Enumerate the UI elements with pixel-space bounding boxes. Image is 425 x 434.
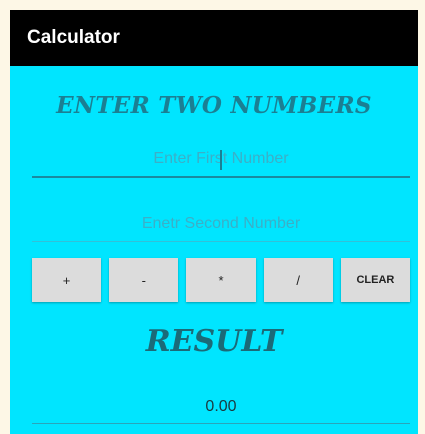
result-value: 0.00 xyxy=(32,390,410,424)
app-bar: Calculator xyxy=(10,10,418,66)
app-title: Calculator xyxy=(27,27,120,48)
text-cursor xyxy=(220,150,222,170)
first-number-field[interactable]: Enter First Number xyxy=(32,142,410,178)
app-window: Calculator ENTER TWO NUMBERS Enter First… xyxy=(10,10,418,434)
instruction-heading: ENTER TWO NUMBERS xyxy=(56,92,372,119)
divide-button[interactable]: / xyxy=(263,258,333,302)
subtract-button[interactable]: - xyxy=(109,258,179,302)
add-button[interactable]: + xyxy=(32,258,102,302)
operator-button-row: + - * / CLEAR xyxy=(32,258,411,302)
second-number-field[interactable]: Enetr Second Number xyxy=(32,206,410,242)
clear-button[interactable]: CLEAR xyxy=(340,258,411,302)
second-number-placeholder: Enetr Second Number xyxy=(141,214,301,232)
multiply-button[interactable]: * xyxy=(186,258,256,302)
result-heading: RESULT xyxy=(145,324,283,359)
